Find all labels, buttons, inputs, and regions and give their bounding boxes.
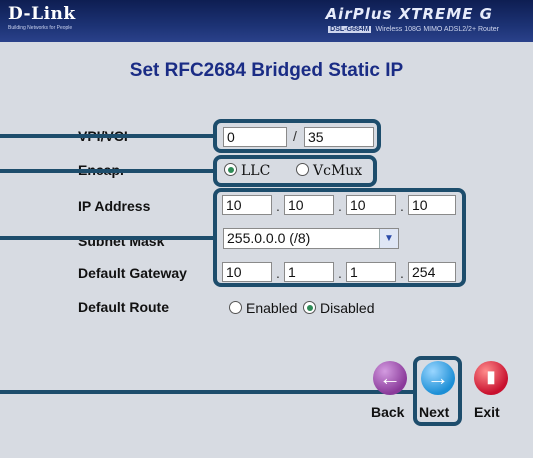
- header-banner: D-Link Building Networks for People AirP…: [0, 0, 533, 42]
- wizard-window: D-Link Building Networks for People AirP…: [0, 0, 533, 458]
- ip-address-label: IP Address: [78, 198, 151, 214]
- page-title: Set RFC2684 Bridged Static IP: [129, 60, 404, 81]
- route-disabled-option[interactable]: Disabled: [303, 300, 374, 316]
- back-arrow-icon[interactable]: ←: [373, 361, 407, 395]
- model-text: Wireless 108G MIMO ADSL2/2+ Router: [375, 26, 499, 33]
- callout-leader-next: [0, 390, 413, 394]
- default-gateway-label: Default Gateway: [78, 265, 187, 281]
- exit-button-label[interactable]: Exit: [474, 404, 500, 420]
- route-enabled-option[interactable]: Enabled: [229, 300, 297, 316]
- brand-logo: AirPlus XTREME G: [325, 5, 493, 23]
- dlink-logo: D-Link: [8, 4, 76, 24]
- callout-leader-ip-settings: [0, 236, 213, 240]
- route-enabled-radio[interactable]: [229, 301, 242, 314]
- highlight-vpi-vci: [213, 119, 381, 153]
- tagline: Building Networks for People: [8, 25, 73, 31]
- next-button-label[interactable]: Next: [419, 404, 449, 420]
- route-disabled-label: Disabled: [320, 300, 375, 316]
- route-enabled-label: Enabled: [246, 300, 298, 316]
- model-line: DSL-G684M Wireless 108G MIMO ADSL2/2+ Rou…: [328, 26, 499, 33]
- exit-door-icon[interactable]: ▮: [474, 361, 508, 395]
- model-chip: DSL-G684M: [328, 26, 372, 33]
- route-disabled-radio[interactable]: [303, 301, 316, 314]
- callout-leader-encap: [0, 169, 213, 173]
- callout-leader-vpi-vci: [0, 134, 213, 138]
- highlight-ip-settings: [213, 188, 466, 287]
- next-arrow-icon[interactable]: →: [421, 361, 455, 395]
- default-route-label: Default Route: [78, 299, 169, 315]
- highlight-encap: [213, 155, 377, 187]
- back-button-label[interactable]: Back: [371, 404, 404, 420]
